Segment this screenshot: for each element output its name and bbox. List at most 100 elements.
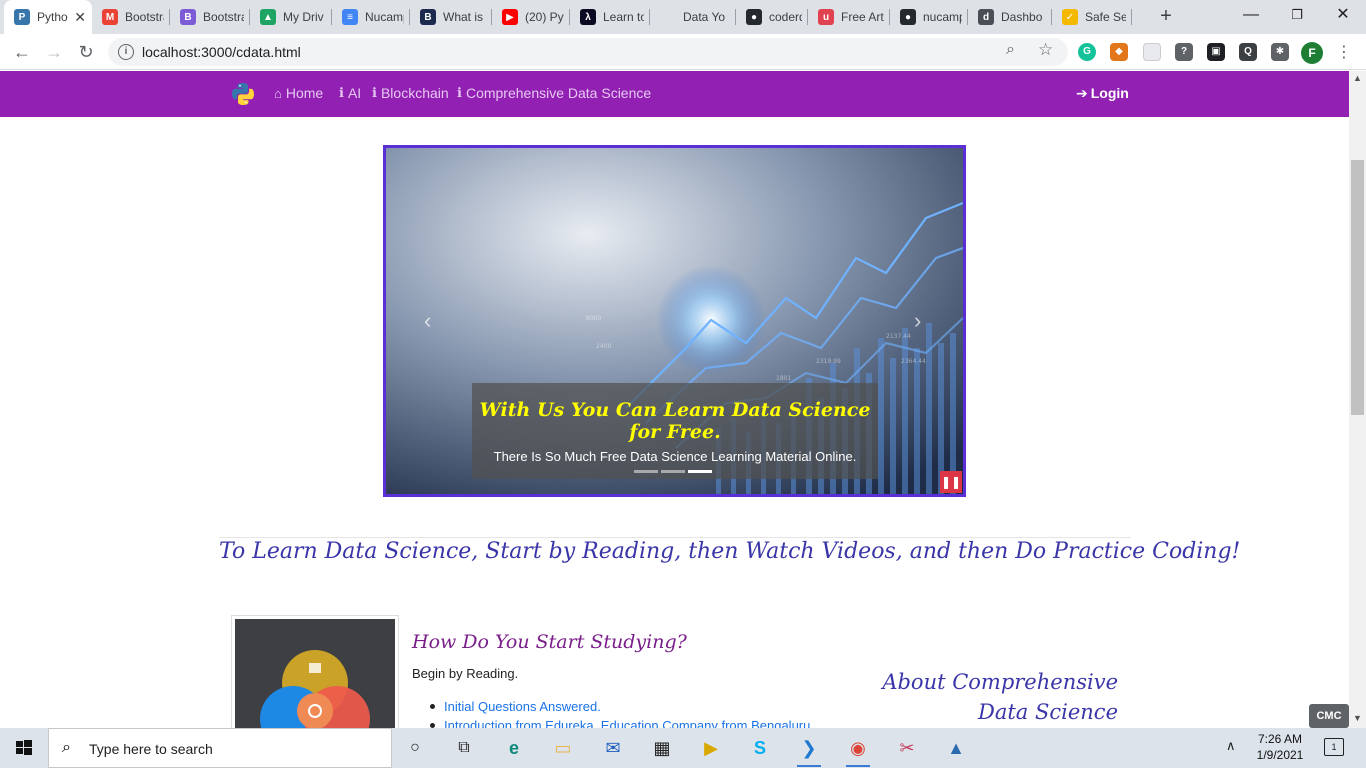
carousel-indicator[interactable] — [634, 470, 658, 473]
overlay-badge[interactable]: CMC — [1309, 704, 1349, 728]
browser-tab[interactable]: ▶ (20) Pyt — [492, 0, 570, 34]
edge-icon[interactable]: e — [499, 734, 529, 762]
browser-tab[interactable]: u Free Art — [808, 0, 890, 34]
mail-icon[interactable]: ✉ — [598, 734, 628, 762]
browser-menu-icon[interactable]: ⋮ — [1336, 42, 1352, 62]
search-icon: ⌕ — [62, 739, 71, 756]
address-url[interactable]: localhost:3000/cdata.html — [142, 44, 301, 60]
scroll-down-icon[interactable]: ▼ — [1353, 713, 1362, 723]
tab-title: Data Yo — [683, 10, 726, 24]
reading-link[interactable]: Introduction from Edureka, Education Com… — [428, 716, 810, 728]
nav-link-comprehensive-data-science[interactable]: ℹ Comprehensive Data Science — [457, 85, 651, 101]
forward-button[interactable]: → — [40, 38, 68, 66]
skype-icon[interactable]: S — [745, 734, 775, 762]
extension-blank-icon[interactable] — [1143, 43, 1161, 61]
browser-tab[interactable]: ● nucamp — [890, 0, 968, 34]
nav-link-blockchain[interactable]: ℹ Blockchain — [372, 85, 449, 101]
window-close-button[interactable]: ✕ — [1320, 0, 1366, 30]
web-page: ⌂ Home ℹ AI ℹ Blockchain ℹ Comprehensive… — [0, 71, 1349, 728]
task-view-icon[interactable]: ⧉ — [449, 734, 479, 762]
tab-title: My Driv — [283, 10, 324, 24]
page-scrollbar[interactable]: ▲ ▼ — [1349, 71, 1366, 728]
about-heading: About Comprehensive Data Science — [880, 667, 1118, 727]
carousel-indicator[interactable] — [661, 470, 685, 473]
carousel-prev-icon[interactable]: ‹ — [424, 308, 431, 334]
zoom-icon[interactable]: ⌕ — [1006, 41, 1015, 59]
browser-tab[interactable]: d Dashbo — [968, 0, 1052, 34]
profile-avatar[interactable]: F — [1301, 42, 1323, 64]
tab-title: Free Art — [841, 10, 884, 24]
address-bar[interactable]: i localhost:3000/cdata.html ⌕ ☆ — [108, 38, 1068, 66]
tab-title: Dashbo — [1001, 10, 1043, 24]
new-tab-button[interactable]: + — [1154, 5, 1178, 29]
carousel-next-icon[interactable]: › — [914, 308, 921, 334]
blank-favicon-icon — [660, 9, 676, 25]
reading-link[interactable]: Initial Questions Answered. — [428, 697, 810, 716]
carousel-indicator-active[interactable] — [688, 470, 712, 473]
reload-button[interactable]: ↻ — [72, 38, 100, 66]
browser-tab[interactable]: M Bootstra — [92, 0, 170, 34]
browser-tab[interactable]: Data Yo — [650, 0, 736, 34]
login-link[interactable]: ➔ Login — [1076, 85, 1129, 102]
snipping-tool-icon[interactable]: ✂ — [892, 734, 922, 762]
clock-time: 7:26 AM — [1257, 732, 1303, 746]
github-favicon-icon: ● — [746, 9, 762, 25]
tab-close-icon[interactable]: ✕ — [74, 9, 86, 26]
help-extension-icon[interactable]: ? — [1175, 43, 1193, 61]
nav-link-ai[interactable]: ℹ AI — [339, 85, 361, 101]
vscode-icon[interactable]: ❯ — [794, 734, 824, 767]
metamask-icon[interactable]: ◆ — [1110, 43, 1128, 61]
browser-tab[interactable]: B Bootstra — [170, 0, 250, 34]
scroll-up-icon[interactable]: ▲ — [1353, 73, 1362, 83]
grammarly-icon[interactable]: G — [1078, 43, 1096, 61]
scrollbar-thumb[interactable] — [1351, 160, 1364, 415]
carousel-pause-button[interactable]: ❚❚ — [940, 471, 962, 493]
tray-overflow-icon[interactable]: ∧ — [1226, 738, 1236, 754]
back-button[interactable]: ← — [8, 38, 36, 66]
python-logo-icon[interactable] — [231, 82, 255, 106]
browser-tab[interactable]: ✓ Safe Se — [1052, 0, 1132, 34]
minimize-button[interactable]: — — [1228, 0, 1274, 30]
taskbar-search-box[interactable]: ⌕ Type here to search — [48, 728, 392, 768]
cortana-icon[interactable]: ○ — [400, 734, 430, 762]
tab-title: coderd — [769, 10, 802, 24]
photos-icon[interactable]: ▲ — [941, 734, 971, 762]
section-divider — [219, 537, 1131, 538]
carousel-caption: With Us You Can Learn Data Science for F… — [472, 383, 878, 479]
safe-search-favicon-icon: ✓ — [1062, 9, 1078, 25]
browser-tab[interactable]: λ Learn to — [570, 0, 650, 34]
tab-title: Safe Se — [1085, 10, 1126, 24]
browser-tab[interactable]: ≡ Nucamp — [332, 0, 410, 34]
about-heading-line: Data Science — [978, 700, 1118, 724]
nav-link-home[interactable]: ⌂ Home — [274, 85, 323, 101]
windows-start-icon[interactable] — [0, 728, 48, 768]
github-favicon-icon: ● — [900, 9, 916, 25]
bootstrap-circle-favicon-icon: B — [180, 9, 196, 25]
chrome-icon[interactable]: ◉ — [843, 734, 873, 767]
study-section-title: How Do You Start Studying? — [412, 631, 687, 653]
maximize-button[interactable]: ❐ — [1274, 0, 1320, 30]
nav-link-label: Home — [285, 85, 324, 101]
bookmark-star-icon[interactable]: ☆ — [1038, 40, 1053, 60]
youtube-favicon-icon: ▶ — [502, 9, 518, 25]
hero-carousel[interactable]: 8000 2400 2137.44 2319.99 2364.44 1801 ‹ › W… — [383, 145, 966, 497]
browser-tab[interactable]: B What is — [410, 0, 492, 34]
notification-count: 1 — [1331, 742, 1337, 752]
browser-tab[interactable]: P Pytho ✕ — [4, 0, 92, 34]
store-icon[interactable]: ▦ — [647, 734, 677, 762]
gmail-favicon-icon: M — [102, 9, 118, 25]
dark-extension-icon[interactable]: ▣ — [1207, 43, 1225, 61]
site-info-icon[interactable]: i — [118, 44, 134, 60]
venn-diagram-thumbnail — [231, 615, 399, 728]
browser-tab[interactable]: ▲ My Driv — [250, 0, 332, 34]
puzzle-extensions-icon[interactable]: ✱ — [1271, 43, 1289, 61]
file-explorer-icon[interactable]: ▭ — [548, 734, 578, 762]
notification-center-icon[interactable]: 1 — [1324, 738, 1344, 756]
tab-title: (20) Pyt — [525, 10, 564, 24]
info-icon: ℹ — [457, 85, 462, 100]
taskbar-clock[interactable]: 7:26 AM 1/9/2021 — [1250, 731, 1310, 763]
windows-taskbar: ⌕ Type here to search ○ ⧉ e ▭ ✉ ▦ ▶ S ❯ ◉ ✂ ▲ ∧ 7:2… — [0, 728, 1366, 768]
search-extension-icon[interactable]: Q — [1239, 43, 1257, 61]
media-player-icon[interactable]: ▶ — [696, 734, 726, 762]
browser-tab[interactable]: ● coderd — [736, 0, 808, 34]
